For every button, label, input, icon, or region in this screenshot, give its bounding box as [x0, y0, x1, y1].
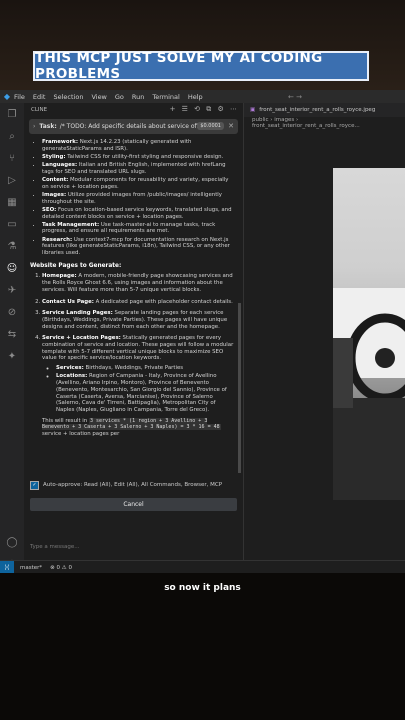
list-item: Contact Us Page: A dedicated page with p… — [42, 299, 235, 306]
pages-heading: Website Pages to Generate: — [30, 262, 122, 269]
auto-approve-row[interactable]: ✓ Auto-approve: Read (All), Edit (All), … — [30, 479, 238, 491]
menu-selection[interactable]: Selection — [53, 93, 83, 101]
list-item: SEO: Focus on location-based service key… — [42, 207, 235, 220]
remote-icon[interactable]: ▭ — [0, 213, 24, 235]
close-icon[interactable]: ✕ — [228, 122, 234, 130]
task-label: Task: — [39, 123, 57, 130]
editor-area: ▣ front_seat_interior_rent_a_rolls_royce… — [244, 103, 405, 573]
search-ext-icon[interactable]: ⊘ — [0, 301, 24, 323]
title-banner: THIS MCP JUST SOLVE MY AI CODING PROBLEM… — [33, 50, 369, 82]
panel-toolbar-icons[interactable]: + ☰ ⟲ ⧉ ⚙ ⋯ — [170, 105, 239, 114]
sparkle-icon[interactable]: ✦ — [0, 345, 24, 367]
menu-terminal[interactable]: Terminal — [152, 93, 179, 101]
task-cost-badge: $0.0001 — [197, 122, 224, 130]
list-item: Homepage: A modern, mobile-friendly page… — [42, 273, 235, 293]
checkbox-icon[interactable]: ✓ — [30, 480, 39, 490]
share-icon[interactable]: ⇆ — [0, 323, 24, 345]
panel-title-text: CLINE — [31, 107, 48, 113]
list-item: Content: Modular components for reusabil… — [42, 177, 235, 190]
task-header[interactable]: › Task: /* TODO: Add specific details ab… — [29, 119, 238, 134]
pages-list: Homepage: A modern, mobile-friendly page… — [30, 273, 235, 437]
problems-count[interactable]: ⊗ 0 ⚠ 0 — [50, 565, 72, 571]
run-debug-icon[interactable]: ▷ — [0, 169, 24, 191]
list-item: Framework: Next.js 14.2.23 (statically g… — [42, 139, 235, 152]
menu-bar: ◆ File Edit Selection View Go Run Termin… — [0, 90, 405, 103]
chevron-right-icon[interactable]: › — [33, 123, 35, 130]
search-icon[interactable]: ⌕ — [0, 125, 24, 147]
list-item: Locations: Region of Campania - Italy, P… — [56, 373, 235, 413]
source-control-icon[interactable]: ⑂ — [0, 147, 24, 169]
menu-run[interactable]: Run — [132, 93, 144, 101]
scrollbar[interactable] — [238, 303, 241, 473]
cline-robot-icon[interactable]: ☺ — [0, 257, 24, 279]
explorer-icon[interactable]: ❐ — [0, 103, 24, 125]
message-input[interactable]: Type a message... — [30, 541, 237, 553]
panel-title: CLINE + ☰ ⟲ ⧉ ⚙ ⋯ — [24, 103, 243, 117]
branch-name[interactable]: master* — [20, 565, 42, 571]
editor-tab[interactable]: ▣ front_seat_interior_rent_a_rolls_royce… — [244, 103, 405, 117]
list-item: Service Landing Pages: Separate landing … — [42, 310, 235, 330]
sub-list: Services: Birthdays, Weddings, Private P… — [42, 365, 235, 413]
cline-panel: CLINE + ☰ ⟲ ⧉ ⚙ ⋯ › Task: /* TODO: Add s… — [24, 103, 244, 573]
video-bottom-background — [0, 573, 405, 720]
cancel-button[interactable]: Cancel — [30, 498, 237, 511]
tab-label: front_seat_interior_rent_a_rolls_royce.j… — [259, 107, 376, 113]
result-text: This will result in 3 services * (1 regi… — [42, 417, 221, 438]
list-item: Research: Use context7-mcp for documenta… — [42, 237, 235, 257]
account-icon[interactable]: ◯ — [0, 531, 24, 553]
nav-arrows[interactable]: ← → — [288, 90, 302, 103]
menu-view[interactable]: View — [91, 93, 106, 101]
chat-content: Framework: Next.js 14.2.23 (statically g… — [30, 139, 235, 469]
menu-edit[interactable]: Edit — [33, 93, 46, 101]
car-interior-image — [333, 168, 405, 500]
list-item: Languages: Italian and British English, … — [42, 162, 235, 175]
task-text: /* TODO: Add specific details about serv… — [59, 123, 207, 130]
banner-text: THIS MCP JUST SOLVE MY AI CODING PROBLEM… — [35, 50, 323, 82]
bird-icon[interactable]: ✈ — [0, 279, 24, 301]
vscode-logo-icon: ◆ — [3, 92, 11, 101]
testing-icon[interactable]: ⚗ — [0, 235, 24, 257]
list-item: Services: Birthdays, Weddings, Private P… — [56, 365, 235, 372]
list-item: Styling: Tailwind CSS for utility-first … — [42, 154, 235, 161]
status-bar: ⟩⟨ master* ⊗ 0 ⚠ 0 — [0, 560, 405, 573]
image-file-icon: ▣ — [250, 107, 256, 113]
vscode-window: ◆ File Edit Selection View Go Run Termin… — [0, 90, 405, 573]
menu-help[interactable]: Help — [188, 93, 203, 101]
steering-wheel-image — [333, 288, 405, 500]
list-item: Images: Utilize provided images from /pu… — [42, 192, 235, 205]
breadcrumb[interactable]: public › images › front_seat_interior_re… — [244, 117, 405, 129]
list-item: Service + Location Pages: Statically gen… — [42, 335, 235, 437]
activity-bar: ❐ ⌕ ⑂ ▷ ▦ ▭ ⚗ ☺ ✈ ⊘ ⇆ ✦ ◯ ⚙ — [0, 103, 24, 573]
remote-indicator-icon[interactable]: ⟩⟨ — [0, 561, 14, 573]
video-caption: so now it plans — [164, 583, 241, 593]
list-item: Task Management: Use task-master-ai to m… — [42, 222, 235, 235]
auto-approve-label: Auto-approve: Read (All), Edit (All), Al… — [43, 482, 223, 488]
menu-file[interactable]: File — [14, 93, 25, 101]
menu-go[interactable]: Go — [115, 93, 124, 101]
extensions-icon[interactable]: ▦ — [0, 191, 24, 213]
stack-list: Framework: Next.js 14.2.23 (statically g… — [30, 139, 235, 257]
